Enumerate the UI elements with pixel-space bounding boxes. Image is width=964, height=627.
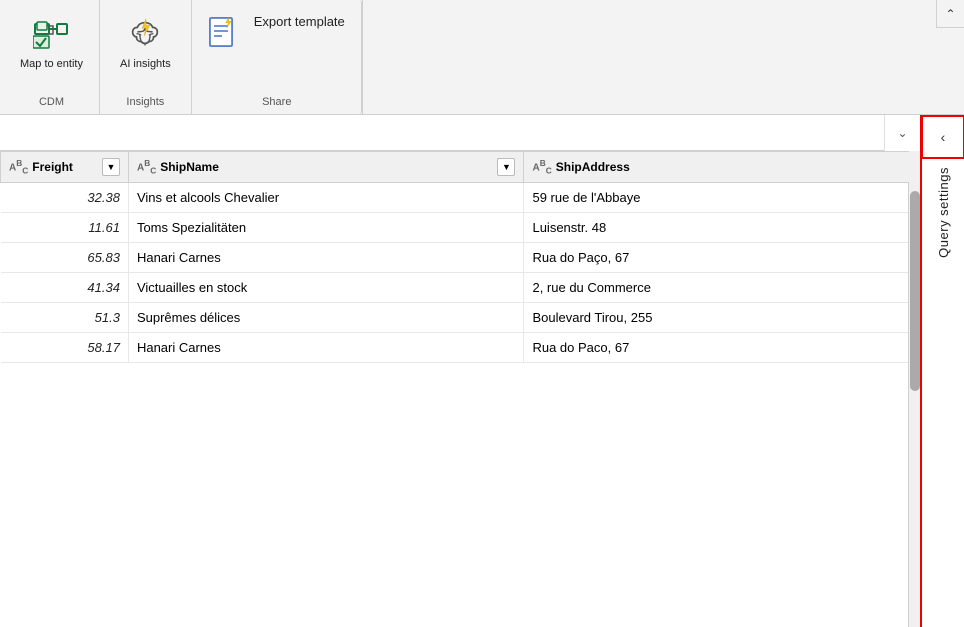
ai-insights-button[interactable]: AI insights	[110, 8, 181, 91]
map-icon	[31, 14, 71, 54]
cell-shipaddress: Luisenstr. 48	[524, 213, 920, 243]
freight-dropdown-icon: ▼	[106, 162, 115, 172]
export-template-icon	[204, 14, 244, 54]
cell-freight: 65.83	[1, 243, 129, 273]
col-freight-label: Freight	[32, 160, 73, 174]
vertical-scrollbar-track	[908, 151, 920, 627]
map-to-entity-button[interactable]: Map to entity	[10, 8, 93, 91]
insights-section: AI insights Insights	[100, 0, 192, 114]
search-bar: ⌄	[0, 115, 920, 151]
table-row: 11.61Toms SpezialitätenLuisenstr. 48	[1, 213, 920, 243]
col-shipaddress: ABC ShipAddress	[524, 152, 920, 183]
table-row: 58.17Hanari CarnesRua do Paco, 67	[1, 333, 920, 363]
cdm-section-label: CDM	[4, 96, 99, 108]
chevron-up-icon: ⌃	[945, 7, 955, 21]
cell-shipaddress: Rua do Paco, 67	[524, 333, 920, 363]
chevron-down-icon: ⌄	[897, 126, 907, 140]
col-shipaddress-label: ShipAddress	[556, 160, 630, 174]
cell-shipaddress: Rua do Paço, 67	[524, 243, 920, 273]
ai-insights-label: AI insights	[120, 58, 171, 71]
cell-shipname: Toms Spezialitäten	[128, 213, 524, 243]
cell-freight: 58.17	[1, 333, 129, 363]
cell-shipaddress: 2, rue du Commerce	[524, 273, 920, 303]
col-shipname: ABC ShipName ▼	[128, 152, 524, 183]
table-row: 65.83Hanari CarnesRua do Paço, 67	[1, 243, 920, 273]
export-template-label: Export template	[254, 14, 345, 29]
shipname-type-icon: ABC	[137, 158, 156, 175]
shipname-filter-button[interactable]: ▼	[497, 158, 515, 176]
cell-shipname: Vins et alcools Chevalier	[128, 183, 524, 213]
data-table-wrapper: ABC Freight ▼ ABC ShipName ▼	[0, 151, 920, 627]
toolbar: Map to entity CDM	[0, 0, 964, 115]
search-dropdown-button[interactable]: ⌄	[884, 115, 920, 151]
cell-shipaddress: 59 rue de l'Abbaye	[524, 183, 920, 213]
table-area: ⌄ ABC Freight ▼	[0, 115, 964, 627]
query-settings-panel: ‹ Query settings	[920, 115, 964, 627]
table-row: 41.34Victuailles en stock2, rue du Comme…	[1, 273, 920, 303]
chevron-left-icon: ‹	[941, 129, 946, 145]
search-input[interactable]	[0, 115, 884, 150]
query-settings-label: Query settings	[936, 167, 951, 258]
shipaddress-type-icon: ABC	[532, 158, 551, 175]
table-body: 32.38Vins et alcools Chevalier59 rue de …	[1, 183, 920, 363]
brain-icon	[125, 14, 165, 54]
cell-shipname: Victuailles en stock	[128, 273, 524, 303]
collapse-ribbon-button[interactable]: ⌃	[936, 0, 964, 28]
query-settings-toggle-button[interactable]: ‹	[921, 115, 964, 159]
share-section: Export template Share	[192, 0, 363, 114]
table-row: 51.3Suprêmes délicesBoulevard Tirou, 255	[1, 303, 920, 333]
cell-shipaddress: Boulevard Tirou, 255	[524, 303, 920, 333]
data-table: ABC Freight ▼ ABC ShipName ▼	[0, 151, 920, 363]
cell-shipname: Hanari Carnes	[128, 243, 524, 273]
vertical-scrollbar-thumb[interactable]	[910, 191, 920, 391]
table-row: 32.38Vins et alcools Chevalier59 rue de …	[1, 183, 920, 213]
shipname-dropdown-icon: ▼	[502, 162, 511, 172]
map-to-entity-label: Map to entity	[20, 58, 83, 71]
cell-shipname: Suprêmes délices	[128, 303, 524, 333]
table-header-row: ABC Freight ▼ ABC ShipName ▼	[1, 152, 920, 183]
col-freight: ABC Freight ▼	[1, 152, 129, 183]
cell-freight: 41.34	[1, 273, 129, 303]
insights-section-label: Insights	[100, 96, 191, 108]
cdm-section: Map to entity CDM	[4, 0, 100, 114]
cell-freight: 32.38	[1, 183, 129, 213]
col-shipname-label: ShipName	[160, 160, 219, 174]
freight-filter-button[interactable]: ▼	[102, 158, 120, 176]
share-section-label: Share	[192, 96, 362, 108]
freight-type-icon: ABC	[9, 158, 28, 175]
cell-freight: 51.3	[1, 303, 129, 333]
cell-freight: 11.61	[1, 213, 129, 243]
cell-shipname: Hanari Carnes	[128, 333, 524, 363]
